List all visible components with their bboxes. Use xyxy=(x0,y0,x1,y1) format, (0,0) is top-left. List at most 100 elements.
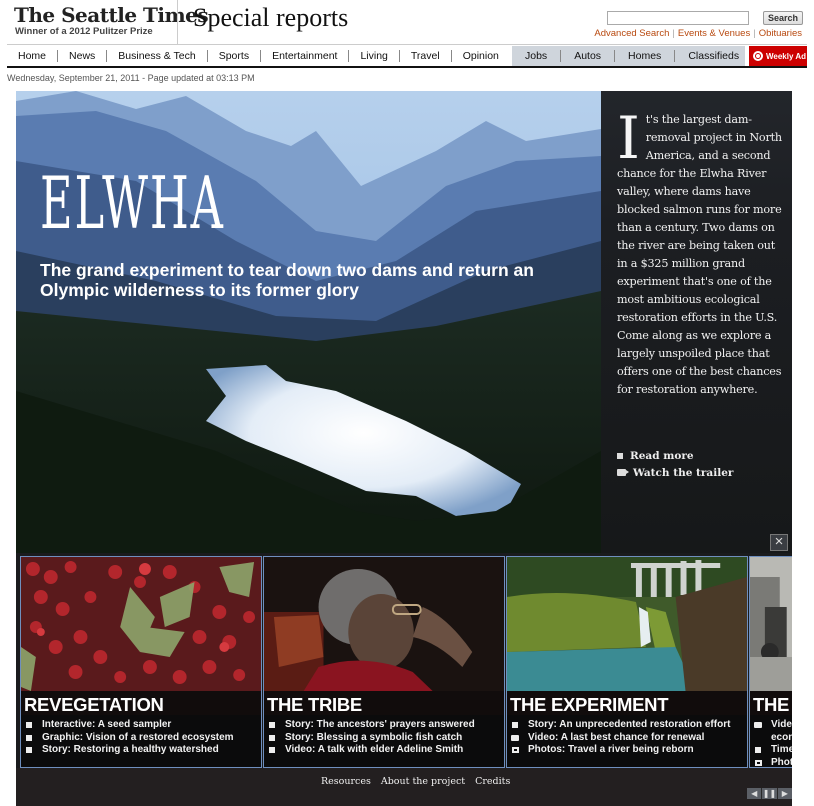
tile-link-label: Video: A last best chance for renewal xyxy=(528,731,705,743)
nav-sports[interactable]: Sports xyxy=(208,49,262,62)
tile-title: REVEGETATION xyxy=(24,694,164,715)
photo-gallery-icon xyxy=(511,744,519,753)
nav-opinion[interactable]: Opinion xyxy=(452,50,510,62)
hero-subtitle: The grand experiment to tear down two da… xyxy=(40,260,534,300)
video-camera-icon xyxy=(754,722,762,728)
weekly-ad-button[interactable]: Weekly Ad xyxy=(749,46,807,66)
tile-link[interactable]: Graphic: Vision of a restored ecosystem xyxy=(25,732,234,745)
square-bullet-icon xyxy=(26,747,32,753)
berries-photo xyxy=(21,557,261,691)
historic-photo xyxy=(750,557,792,691)
tile-links: Interactive: A seed sampler Graphic: Vis… xyxy=(25,719,234,757)
logo-subtitle: Winner of a 2012 Pulitzer Prize xyxy=(15,26,153,37)
watch-trailer-link[interactable]: Watch the trailer xyxy=(617,464,733,481)
obituaries-link[interactable]: Obituaries xyxy=(759,28,802,39)
tile-link[interactable]: Photo xyxy=(754,757,792,767)
tile-link-label: Video econ xyxy=(771,719,792,743)
intro-text-block: I t's the largest dam-removal project in… xyxy=(617,109,785,399)
square-bullet-icon xyxy=(755,747,761,753)
search-button[interactable]: Search xyxy=(763,11,803,25)
carousel-controls: ◀ ❚❚ ▶ xyxy=(747,788,792,799)
square-bullet-icon xyxy=(269,722,275,728)
tile-link[interactable]: Story: The ancestors' prayers answered xyxy=(268,719,475,732)
tile-link-label: Story: Blessing a symbolic fish catch xyxy=(285,731,463,743)
tile-links: Story: The ancestors' prayers answered S… xyxy=(268,719,475,757)
video-camera-icon xyxy=(754,719,762,728)
target-logo-icon xyxy=(753,51,763,61)
nav-classifieds[interactable]: Classifieds xyxy=(675,50,752,62)
square-bullet-icon xyxy=(268,744,276,753)
square-bullet-icon xyxy=(512,722,518,728)
square-bullet-icon xyxy=(269,747,275,753)
tile-link[interactable]: Photos: Travel a river being reborn xyxy=(511,744,730,757)
tile-title: THE TRIBE xyxy=(267,694,362,715)
seattle-times-logo[interactable]: The Seattle Times Winner of a 2012 Pulit… xyxy=(14,3,209,37)
nav-living[interactable]: Living xyxy=(349,49,400,62)
square-bullet-icon xyxy=(26,734,32,741)
tile-the-experiment[interactable]: THE EXPERIMENT Story: An unprecedented r… xyxy=(506,556,748,768)
square-bullet-icon xyxy=(754,744,762,753)
nav-autos[interactable]: Autos xyxy=(561,50,616,62)
tile-link[interactable]: Video: A last best chance for renewal xyxy=(511,732,730,745)
intro-panel: I t's the largest dam-removal project in… xyxy=(601,91,792,553)
nav-travel[interactable]: Travel xyxy=(400,49,452,62)
separator: | xyxy=(672,28,675,39)
resources-link[interactable]: Resources xyxy=(321,776,371,787)
about-project-link[interactable]: About the project xyxy=(381,776,465,787)
tile-link[interactable]: Story: An unprecedented restoration effo… xyxy=(511,719,730,732)
tile-link-label: Story: The ancestors' prayers answered xyxy=(285,719,475,730)
read-more-link[interactable]: Read more xyxy=(617,447,733,464)
next-arrow-icon[interactable]: ▶ xyxy=(778,788,792,799)
tile-links: Story: An unprecedented restoration effo… xyxy=(511,719,730,757)
nav-home[interactable]: Home xyxy=(7,49,59,62)
video-camera-icon xyxy=(511,732,519,741)
header-divider xyxy=(177,0,178,44)
nav-jobs[interactable]: Jobs xyxy=(512,50,562,62)
tile-link[interactable]: Interactive: A seed sampler xyxy=(25,719,234,732)
tile-link[interactable]: Time xyxy=(754,744,792,757)
section-title: Special reports xyxy=(193,3,349,32)
nav-classifieds-group: Jobs Autos Homes Classifieds xyxy=(512,46,745,66)
masthead: The Seattle Times Winner of a 2012 Pulit… xyxy=(0,0,814,44)
tile-link-label: Story: Restoring a healthy watershed xyxy=(42,744,219,755)
advanced-search-link[interactable]: Advanced Search xyxy=(594,28,669,39)
feature-footer: Resources About the project Credits ◀ ❚❚… xyxy=(16,768,792,806)
dam-waterfall-photo xyxy=(507,557,747,691)
nav-entertainment[interactable]: Entertainment xyxy=(261,49,350,62)
nav-homes[interactable]: Homes xyxy=(615,50,676,62)
tile-revegetation[interactable]: REVEGETATION Interactive: A seed sampler… xyxy=(20,556,262,768)
video-camera-icon xyxy=(617,469,629,476)
tile-link[interactable]: Story: Blessing a symbolic fish catch xyxy=(268,732,475,745)
close-icon[interactable]: × xyxy=(770,534,788,551)
nav-news[interactable]: News xyxy=(58,49,108,62)
tile-link-label: Story: An unprecedented restoration effo… xyxy=(528,719,731,730)
square-bullet-icon xyxy=(25,744,33,753)
separator: | xyxy=(753,28,756,39)
photo-gallery-icon xyxy=(511,747,519,753)
footer-links: Resources About the project Credits xyxy=(321,776,510,787)
tile-title: THE EXPERIMENT xyxy=(510,694,669,715)
video-camera-icon xyxy=(511,734,519,741)
tile-link[interactable]: Story: Restoring a healthy watershed xyxy=(25,744,234,757)
square-bullet-icon xyxy=(511,719,519,728)
tile-link-label: Time xyxy=(771,744,792,755)
square-bullet-icon xyxy=(269,734,275,741)
square-bullet-icon xyxy=(25,732,33,741)
weekly-ad-label: Weekly Ad xyxy=(766,51,807,61)
intro-links: Read more Watch the trailer xyxy=(617,447,733,481)
prev-arrow-icon[interactable]: ◀ xyxy=(747,788,763,799)
pause-icon[interactable]: ❚❚ xyxy=(762,788,778,799)
events-venues-link[interactable]: Events & Venues xyxy=(678,28,750,39)
credits-link[interactable]: Credits xyxy=(475,776,510,787)
square-bullet-icon xyxy=(268,732,276,741)
tile-link[interactable]: Video econ xyxy=(754,719,792,744)
nav-business-tech[interactable]: Business & Tech xyxy=(107,49,208,62)
tile-partial[interactable]: THE Video econ Time Photo xyxy=(749,556,792,768)
read-more-label: Read more xyxy=(630,449,694,462)
tile-link[interactable]: Video: A talk with elder Adeline Smith xyxy=(268,744,475,757)
watch-trailer-label: Watch the trailer xyxy=(633,466,734,479)
search-input[interactable] xyxy=(607,11,749,25)
tile-the-tribe[interactable]: THE TRIBE Story: The ancestors' prayers … xyxy=(263,556,505,768)
date-line: Wednesday, September 21, 2011 - Page upd… xyxy=(7,73,255,83)
main-nav: Home News Business & Tech Sports Enterta… xyxy=(7,44,807,68)
